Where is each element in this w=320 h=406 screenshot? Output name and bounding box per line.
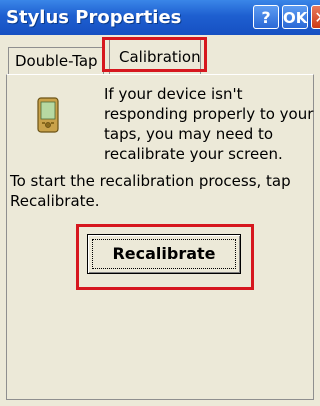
pda-device-icon	[37, 97, 59, 133]
tab-strip: Double-Tap Calibration	[0, 35, 320, 76]
tab-calibration[interactable]: Calibration	[109, 39, 201, 76]
close-button[interactable]: ✕	[311, 5, 320, 29]
stylus-properties-window: Stylus Properties ? OK ✕ Double-Tap Cali…	[0, 0, 320, 406]
tab-double-tap[interactable]: Double-Tap	[8, 47, 104, 75]
recalibrate-instruction-text: To start the recalibration process, tap …	[10, 172, 291, 210]
recalibrate-button[interactable]: Recalibrate	[87, 234, 241, 274]
title-bar: Stylus Properties ? OK ✕	[0, 0, 320, 35]
ok-button[interactable]: OK	[282, 5, 308, 29]
focus-rectangle	[92, 239, 236, 269]
help-button[interactable]: ?	[253, 5, 279, 29]
window-title: Stylus Properties	[6, 7, 182, 28]
calibration-info-text: If your device isn't responding properly…	[104, 85, 314, 163]
